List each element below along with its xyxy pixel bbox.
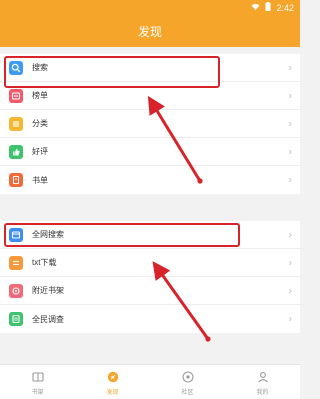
profile-icon [256, 369, 270, 385]
nearby-shelf-icon [9, 283, 23, 298]
status-time: 2:42 [276, 2, 294, 13]
nav-tab-mine[interactable]: 我的 [233, 369, 293, 396]
download-icon [9, 255, 23, 270]
chevron-right-icon: › [288, 257, 292, 268]
web-search-icon [9, 227, 23, 242]
menu-item-label: 附近书架 [32, 286, 64, 295]
chevron-right-icon: › [288, 62, 292, 73]
ranking-icon [9, 88, 23, 103]
discover-group-secondary: 全网搜索 › txt下载 › 附近书架 › 全民调查 › [0, 221, 300, 333]
community-icon [181, 369, 195, 385]
menu-item-search[interactable]: 搜索 › [0, 54, 300, 82]
menu-item-label: 全网搜索 [32, 230, 64, 239]
chevron-right-icon: › [288, 146, 292, 157]
booklist-icon [9, 173, 23, 187]
chevron-right-icon: › [288, 118, 292, 129]
chevron-right-icon: › [288, 229, 292, 240]
menu-item-label: 搜索 [32, 63, 48, 72]
menu-item-nearby-shelf[interactable]: 附近书架 › [0, 277, 300, 305]
nav-tab-label: 发现 [106, 389, 119, 396]
menu-item-label: 全民调查 [32, 314, 64, 324]
app-bar: 发现 [0, 15, 300, 47]
menu-item-survey[interactable]: 全民调查 › [0, 305, 300, 333]
battery-icon [265, 2, 271, 13]
bottom-nav: 书架 发现 社区 我的 [0, 364, 300, 399]
discover-group-primary: 搜索 › 榜单 › 分类 › 好评 › 书单 › [0, 54, 300, 194]
category-list-icon [9, 116, 23, 131]
menu-item-rank[interactable]: 榜单 › [0, 82, 300, 110]
menu-item-category[interactable]: 分类 › [0, 110, 300, 138]
nav-tab-discover[interactable]: 发现 [83, 369, 143, 396]
menu-item-booklist[interactable]: 书单 › [0, 166, 300, 194]
menu-item-good-reviews[interactable]: 好评 › [0, 138, 300, 166]
nav-tab-label: 社区 [181, 389, 194, 396]
wifi-icon [251, 3, 261, 13]
chevron-right-icon: › [288, 285, 292, 296]
menu-item-web-search[interactable]: 全网搜索 › [0, 221, 300, 249]
menu-item-label: 分类 [32, 119, 48, 128]
status-bar: 2:42 [0, 0, 300, 15]
chevron-right-icon: › [288, 174, 292, 186]
survey-icon [9, 312, 23, 326]
thumbs-up-icon [9, 144, 23, 159]
search-icon [9, 60, 23, 75]
nav-tab-community[interactable]: 社区 [158, 369, 218, 396]
nav-tab-label: 我的 [256, 389, 269, 396]
bookshelf-icon [31, 369, 45, 385]
chevron-right-icon: › [288, 90, 292, 101]
discover-icon [106, 369, 120, 385]
menu-item-label: 榜单 [32, 91, 48, 100]
menu-item-label: txt下载 [32, 258, 57, 267]
nav-tab-label: 书架 [31, 389, 44, 396]
menu-item-txt-download[interactable]: txt下载 › [0, 249, 300, 277]
menu-item-label: 好评 [32, 147, 48, 156]
chevron-right-icon: › [288, 313, 292, 325]
page-title: 发现 [137, 24, 162, 39]
menu-item-label: 书单 [32, 175, 48, 185]
nav-tab-bookshelf[interactable]: 书架 [8, 369, 68, 396]
